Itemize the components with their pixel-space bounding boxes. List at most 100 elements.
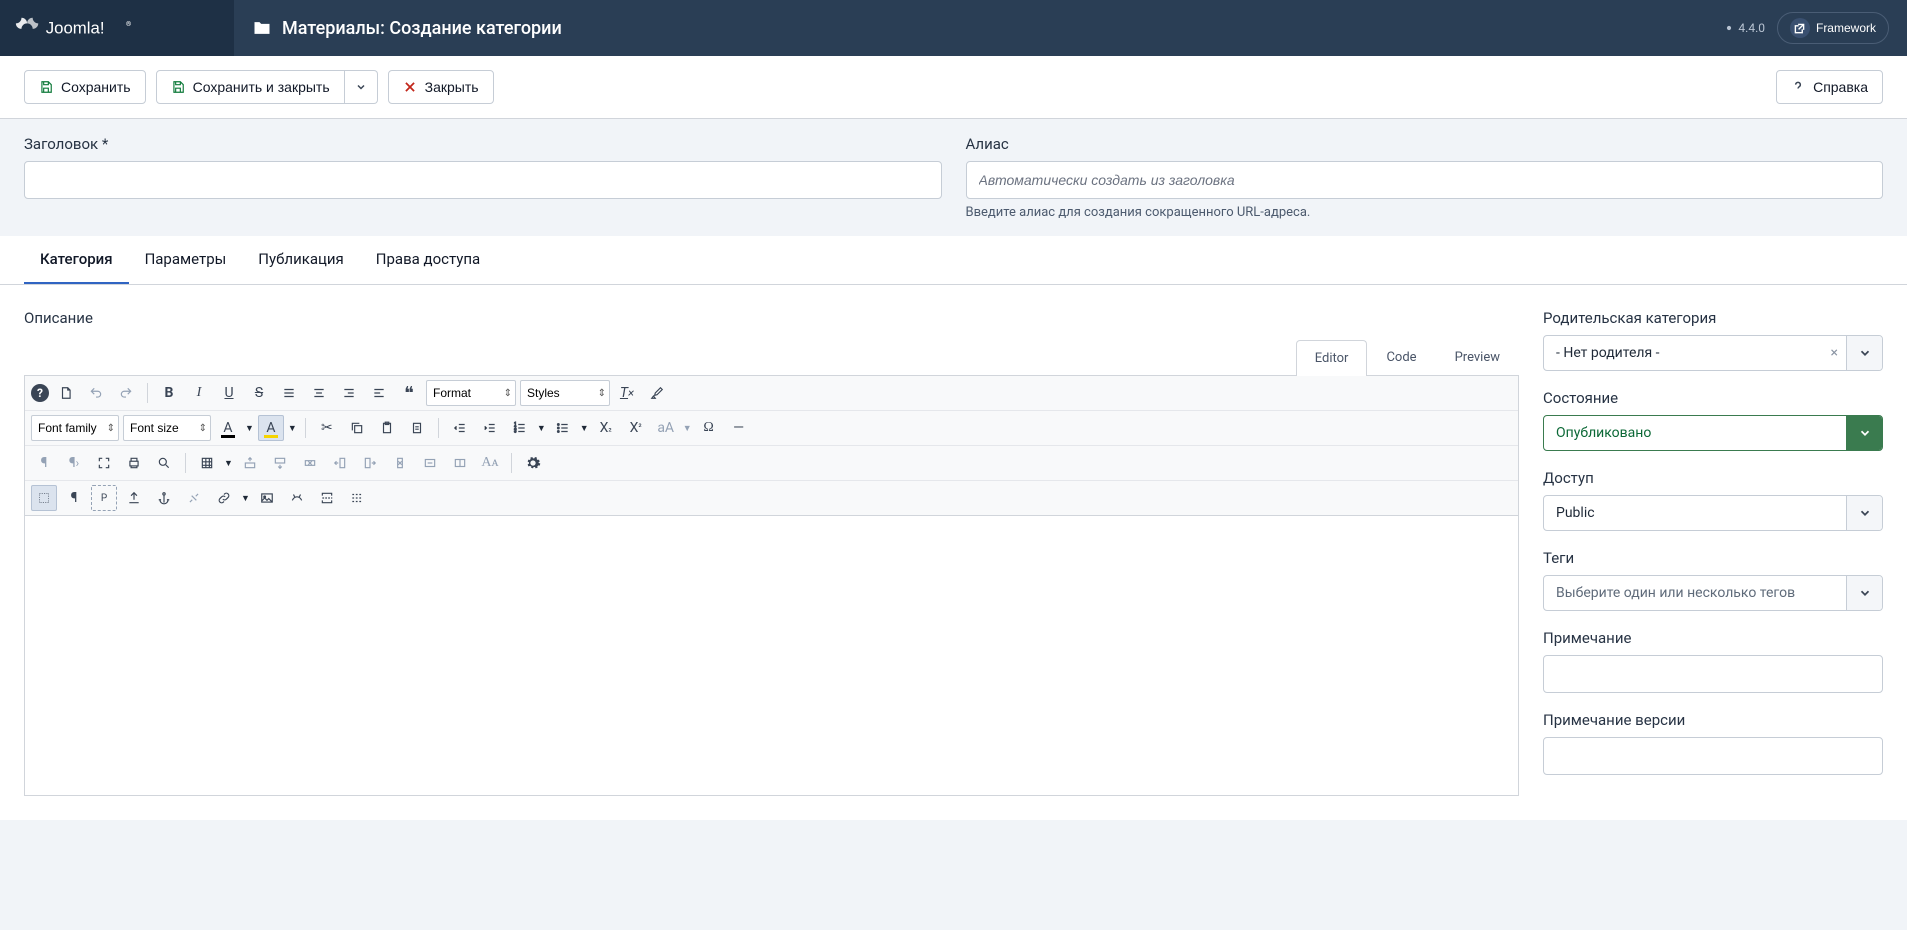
paste-text-icon[interactable] [404, 415, 430, 441]
italic-icon[interactable]: I [186, 380, 212, 406]
save-icon [171, 80, 185, 94]
col-after-icon[interactable] [357, 450, 383, 476]
tab-params[interactable]: Параметры [129, 236, 243, 284]
paste-icon[interactable] [374, 415, 400, 441]
anchor-icon[interactable] [151, 485, 177, 511]
access-select[interactable]: Public [1543, 495, 1883, 531]
close-button[interactable]: Закрыть [388, 70, 494, 104]
numlist-icon[interactable]: 123 [507, 415, 533, 441]
table-icon[interactable] [194, 450, 220, 476]
redo-icon[interactable] [113, 380, 139, 406]
editor-tab-editor[interactable]: Editor [1296, 340, 1368, 376]
merge-icon[interactable] [417, 450, 443, 476]
table-caret[interactable]: ▼ [224, 458, 233, 469]
editor-tab-preview[interactable]: Preview [1436, 339, 1519, 375]
numlist-caret[interactable]: ▼ [537, 423, 546, 434]
bold-icon[interactable]: B [156, 380, 182, 406]
ltr-icon[interactable]: ¶ [31, 450, 57, 476]
align-left-icon[interactable] [366, 380, 392, 406]
image-icon[interactable] [254, 485, 280, 511]
bgcolor-caret[interactable]: ▼ [288, 423, 297, 434]
svg-text:3: 3 [514, 429, 517, 434]
sup-icon[interactable]: X² [623, 415, 649, 441]
row-delete-icon[interactable] [297, 450, 323, 476]
tab-publishing[interactable]: Публикация [242, 236, 359, 284]
copy-icon[interactable] [344, 415, 370, 441]
bgcolor-icon[interactable]: A [258, 415, 284, 441]
help-button[interactable]: Справка [1776, 70, 1883, 104]
version-note-input[interactable] [1543, 737, 1883, 775]
note-input[interactable] [1543, 655, 1883, 693]
title-input[interactable] [24, 161, 942, 199]
unlink-icon[interactable] [181, 485, 207, 511]
save-close-group: Сохранить и закрыть [156, 70, 378, 104]
show-blocks-icon[interactable]: ¶ [61, 485, 87, 511]
bullist-caret[interactable]: ▼ [580, 423, 589, 434]
fontsize-select[interactable]: Font size [123, 415, 211, 441]
fullscreen-icon[interactable] [91, 450, 117, 476]
nonbreaking-icon[interactable]: P [91, 485, 117, 511]
col-delete-icon[interactable] [387, 450, 413, 476]
tags-select[interactable]: Выберите один или несколько тегов [1543, 575, 1883, 611]
tab-category[interactable]: Категория [24, 236, 129, 284]
align-center-icon[interactable] [306, 380, 332, 406]
fx-icon[interactable] [284, 485, 310, 511]
upload-icon[interactable] [121, 485, 147, 511]
visualaid-icon[interactable] [31, 485, 57, 511]
col-before-icon[interactable] [327, 450, 353, 476]
framework-button[interactable]: Framework [1777, 12, 1889, 44]
newdoc-icon[interactable] [53, 380, 79, 406]
sub-icon[interactable]: X₂ [593, 415, 619, 441]
link-icon[interactable] [211, 485, 237, 511]
search-icon[interactable] [151, 450, 177, 476]
chevron-down-icon[interactable] [1846, 576, 1882, 610]
align-justify-icon[interactable] [276, 380, 302, 406]
save-dropdown-button[interactable] [345, 70, 378, 104]
strike-icon[interactable]: S [246, 380, 272, 406]
fontfamily-select[interactable]: Font family [31, 415, 119, 441]
charmap-icon[interactable]: Ω [696, 415, 722, 441]
blockquote-icon[interactable]: ❝ [396, 380, 422, 406]
textcolor-caret[interactable]: ▼ [245, 423, 254, 434]
format-select[interactable]: Format [426, 380, 516, 406]
alias-input[interactable] [966, 161, 1884, 199]
brand[interactable]: Joomla!® [0, 14, 234, 42]
editor-tab-code[interactable]: Code [1367, 339, 1435, 375]
textcolor-icon[interactable]: A [215, 415, 241, 441]
state-select[interactable]: Опубликовано [1543, 415, 1883, 451]
bullist-icon[interactable] [550, 415, 576, 441]
pagebreak-icon[interactable] [314, 485, 340, 511]
row-after-icon[interactable] [267, 450, 293, 476]
parent-select[interactable]: - Нет родителя - × [1543, 335, 1883, 371]
link-caret[interactable]: ▼ [241, 493, 250, 504]
clear-icon[interactable]: × [1823, 336, 1846, 370]
rtl-icon[interactable]: ¶› [61, 450, 87, 476]
readmore-icon[interactable] [344, 485, 370, 511]
gear-icon[interactable] [520, 450, 546, 476]
save-button[interactable]: Сохранить [24, 70, 146, 104]
row-before-icon[interactable] [237, 450, 263, 476]
chevron-down-icon[interactable] [1846, 336, 1882, 370]
brush-icon[interactable] [644, 380, 670, 406]
styles-select[interactable]: Styles [520, 380, 610, 406]
print-icon[interactable] [121, 450, 147, 476]
text-style-icon[interactable]: Aᴀ [477, 450, 503, 476]
underline-icon[interactable]: U [216, 380, 242, 406]
editor-body[interactable] [24, 516, 1519, 796]
align-right-icon[interactable] [336, 380, 362, 406]
case-icon[interactable]: аА [653, 415, 679, 441]
cut-icon[interactable]: ✂ [314, 415, 340, 441]
chevron-down-icon[interactable] [1846, 416, 1882, 450]
case-caret[interactable]: ▼ [683, 423, 692, 434]
indent-icon[interactable] [477, 415, 503, 441]
header: Joomla!® Материалы: Создание категории 4… [0, 0, 1907, 56]
split-icon[interactable] [447, 450, 473, 476]
undo-icon[interactable] [83, 380, 109, 406]
hr-icon[interactable]: — [726, 415, 752, 441]
clear-format-icon[interactable]: T× [614, 380, 640, 406]
chevron-down-icon[interactable] [1846, 496, 1882, 530]
help-icon[interactable]: ? [31, 384, 49, 402]
tab-permissions[interactable]: Права доступа [360, 236, 496, 284]
save-close-button[interactable]: Сохранить и закрыть [156, 70, 345, 104]
outdent-icon[interactable] [447, 415, 473, 441]
